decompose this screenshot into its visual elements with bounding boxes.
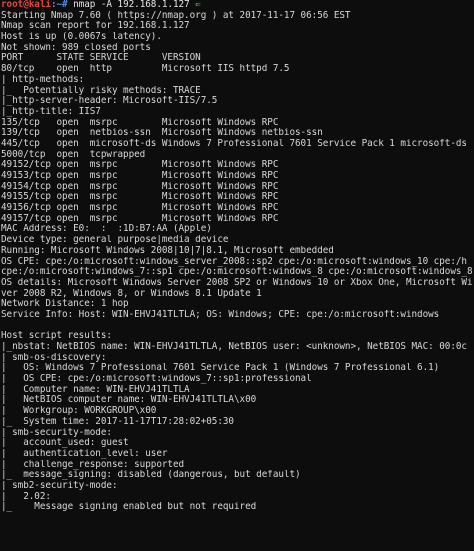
output-line: cpe:/o:microsoft:windows_7::sp1 cpe:/o:m… <box>1 267 474 278</box>
output-line: |_nbstat: NetBIOS name: WIN-EHVJ41TLTLA,… <box>1 342 467 352</box>
output-line: Service Info: Host: WIN-EHVJ41TLTLA; OS:… <box>1 309 440 320</box>
output-line: PORT STATE SERVICE VERSION <box>1 53 201 64</box>
terminal-output: root@kali:~# nmap -A 192.168.1.127 ⇐ Sta… <box>0 0 474 524</box>
output-line: OS details: Microsoft Windows Server 200… <box>1 277 473 288</box>
output-line: Nmap scan report for 192.168.1.127 <box>1 21 190 32</box>
output-line: |_ Message signing enabled but not requi… <box>1 502 257 513</box>
output-line: 49155/tcp open msrpc Microsoft Windows R… <box>1 192 279 203</box>
output-line: |_http-title: IIS7 <box>1 106 101 117</box>
prompt-line: root@kali:~# nmap -A 192.168.1.127 ⇐ <box>1 0 474 11</box>
output-line: 49152/tcp open msrpc Microsoft Windows R… <box>1 160 279 171</box>
output-line: 139/tcp open netbios-ssn Microsoft Windo… <box>1 128 323 139</box>
output-line: | smb2-security-mode: <box>1 480 118 491</box>
output-line: | 2.02: <box>1 491 51 502</box>
output-line: | http-methods: <box>1 74 85 85</box>
output-line: Device type: general purpose|media devic… <box>1 235 229 246</box>
output-line: | Workgroup: WORKGROUP\x00 <box>1 406 157 417</box>
prompt-user-host: root@kali <box>1 0 51 10</box>
output-line: | Computer name: WIN-EHVJ41TLTLA <box>1 384 190 395</box>
output-line: | challenge_response: supported <box>1 459 185 470</box>
output-line: 445/tcp open microsoft-ds Windows 7 Prof… <box>1 138 467 149</box>
output-line: | account_used: guest <box>1 438 129 449</box>
output-line: 49156/tcp open msrpc Microsoft Windows R… <box>1 203 279 214</box>
output-line: Host is up (0.0067s latency). <box>1 32 162 43</box>
output-line: 49157/tcp open msrpc Microsoft Windows R… <box>1 213 279 224</box>
output-line: OS CPE: cpe:/o:microsoft:windows_server_… <box>1 256 467 267</box>
output-line: | authentication_level: user <box>1 448 168 459</box>
output-line: |_http-server-header: Microsoft-IIS/7.5 <box>1 96 218 107</box>
output-line: |_ System time: 2017-11-17T17:28:02+05:3… <box>1 416 234 427</box>
output-line: 80/tcp open http Microsoft IIS httpd 7.5 <box>1 64 290 75</box>
output-line: | OS CPE: cpe:/o:microsoft:windows_7::sp… <box>1 374 312 385</box>
output-line: Network Distance: 1 hop <box>1 299 129 310</box>
output-line: 49154/tcp open msrpc Microsoft Windows R… <box>1 181 279 192</box>
output-line: |_ message_signing: disabled (dangerous,… <box>1 470 301 481</box>
terminal-window[interactable]: root@kali:~# nmap -A 192.168.1.127 ⇐ Sta… <box>0 0 474 551</box>
output-line: | OS: Windows 7 Professional 7601 Servic… <box>1 363 440 374</box>
output-line: Running: Microsoft Windows 2008|10|7|8.1… <box>1 245 334 256</box>
output-line: | smb-os-discovery: <box>1 352 107 363</box>
output-line: | smb-security-mode: <box>1 427 112 438</box>
output-line: 135/tcp open msrpc Microsoft Windows RPC <box>1 117 279 128</box>
output-line: Host script results: <box>1 331 112 342</box>
output-line: 5000/tcp open tcpwrapped <box>1 149 146 160</box>
output-line: Starting Nmap 7.60 ( https://nmap.org ) … <box>1 10 351 21</box>
output-line: MAC Address: E0: : :1D:B7:AA (Apple) <box>1 224 212 235</box>
prompt-separator: :~# <box>50 0 68 10</box>
output-line: ver 2008 R2, Windows 8, or Windows 8.1 U… <box>1 288 262 299</box>
output-line: |_ Potentially risky methods: TRACE <box>1 85 201 96</box>
output-line: | NetBIOS computer name: WIN-EHVJ41TLTLA… <box>1 395 257 406</box>
output-line: Not shown: 989 closed ports <box>1 42 151 53</box>
arrow-left-icon: ⇐ <box>195 0 201 10</box>
output-line: 49153/tcp open msrpc Microsoft Windows R… <box>1 171 279 181</box>
command-text: nmap -A 192.168.1.127 <box>67 0 190 10</box>
